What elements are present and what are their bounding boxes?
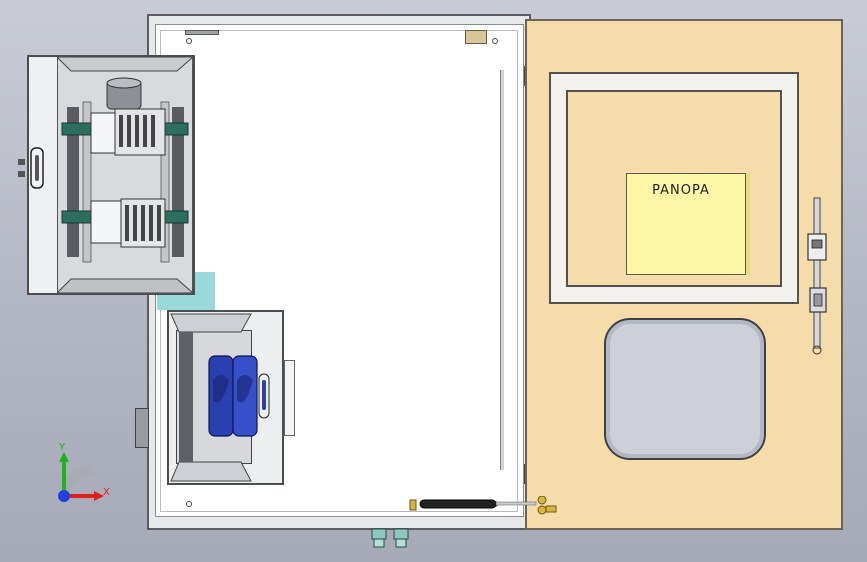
- side-rail: [500, 70, 504, 470]
- door-latch-icon[interactable]: [806, 196, 828, 356]
- top-clip: [185, 30, 219, 35]
- cable-gland-icon: [393, 528, 409, 548]
- cable-gland-icon: [371, 528, 387, 548]
- ground-strap-icon: [409, 496, 557, 515]
- door-label-text: PANOPA: [652, 183, 710, 198]
- door-window: [604, 318, 766, 460]
- axis-y-label: Y: [59, 442, 66, 453]
- lower-module-side-panel: [284, 360, 295, 436]
- top-bracket: [465, 30, 487, 44]
- side-fitting: [135, 408, 149, 448]
- screw: [492, 38, 498, 44]
- transformer-icon: [208, 355, 270, 437]
- terminal-block-assembly-icon: [57, 57, 193, 293]
- pullout-panel-handle-icon[interactable]: [15, 145, 49, 191]
- axis-x-label: X: [103, 487, 110, 498]
- screw: [186, 501, 192, 507]
- screw: [186, 38, 192, 44]
